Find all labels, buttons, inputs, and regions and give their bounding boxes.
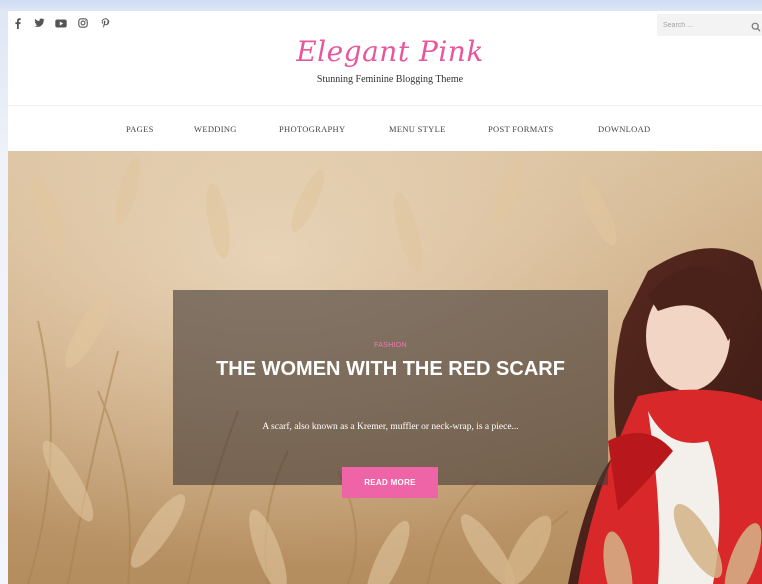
- pinterest-icon[interactable]: [99, 17, 111, 29]
- nav-item-wedding[interactable]: WEDDING: [194, 124, 237, 134]
- instagram-icon[interactable]: [77, 17, 89, 29]
- nav-item-download[interactable]: DOWNLOAD: [598, 124, 650, 134]
- site-page: Elegant Pink Stunning Feminine Blogging …: [8, 11, 762, 584]
- featured-post-card: FASHION THE WOMEN WITH THE RED SCARF A s…: [173, 290, 608, 498]
- site-tagline: Stunning Feminine Blogging Theme: [316, 74, 464, 85]
- search-icon[interactable]: [751, 19, 761, 32]
- read-more-button[interactable]: READ MORE: [342, 467, 438, 498]
- site-header: Elegant Pink Stunning Feminine Blogging …: [8, 11, 762, 105]
- twitter-icon[interactable]: [33, 17, 45, 29]
- search-input[interactable]: [657, 20, 751, 30]
- social-links: [11, 17, 111, 29]
- post-category[interactable]: FASHION: [173, 342, 608, 349]
- nav-item-post-formats[interactable]: POST FORMATS: [488, 124, 554, 134]
- hero-slider: FASHION THE WOMEN WITH THE RED SCARF A s…: [8, 151, 762, 584]
- nav-item-pages[interactable]: PAGES: [126, 124, 154, 134]
- search-box: [657, 14, 762, 36]
- browser-viewport: Elegant Pink Stunning Feminine Blogging …: [0, 0, 762, 584]
- main-navigation: PAGES WEDDING PHOTOGRAPHY MENU STYLE POS…: [8, 105, 762, 152]
- site-logo[interactable]: Elegant Pink: [8, 35, 762, 68]
- post-title[interactable]: THE WOMEN WITH THE RED SCARF: [213, 356, 568, 382]
- youtube-icon[interactable]: [55, 17, 67, 29]
- nav-item-photography[interactable]: PHOTOGRAPHY: [279, 124, 345, 134]
- nav-item-menu-style[interactable]: MENU STYLE: [389, 124, 446, 134]
- facebook-icon[interactable]: [11, 17, 23, 29]
- post-excerpt: A scarf, also known as a Kremer, muffler…: [262, 422, 519, 432]
